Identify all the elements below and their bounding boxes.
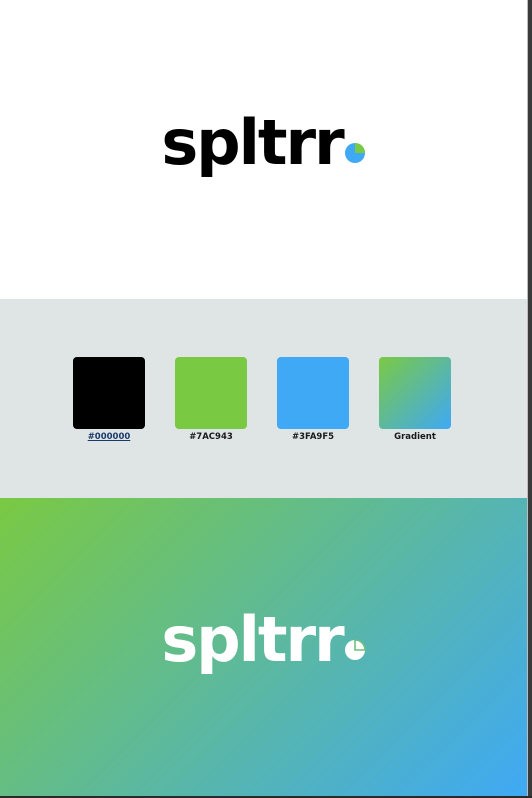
pie-chart-icon [344,143,365,163]
logo-wordmark-text: spltrr [161,106,344,179]
swatch-row: #000000 #7AC943 #3FA9F5 Gradient [73,357,473,447]
swatch-green-label: #7AC943 [189,432,233,442]
spltrr-logo-dark: spltrr [0,112,527,174]
pie-chart-icon-light [344,639,366,660]
spltrr-logo-light: spltrr [0,609,527,671]
swatch-gradient [379,357,451,429]
swatch-blue [277,357,349,429]
swatch-black [73,357,145,429]
swatch-green [175,357,247,429]
swatch-black-label[interactable]: #000000 [64,432,154,442]
swatch-blue-label: #3FA9F5 [291,432,335,442]
logo-wordmark-text-light: spltrr [161,603,344,676]
logo-on-white-section: spltrr [0,0,527,299]
swatch-gradient-label: Gradient [394,432,436,442]
page-edge [528,0,532,798]
